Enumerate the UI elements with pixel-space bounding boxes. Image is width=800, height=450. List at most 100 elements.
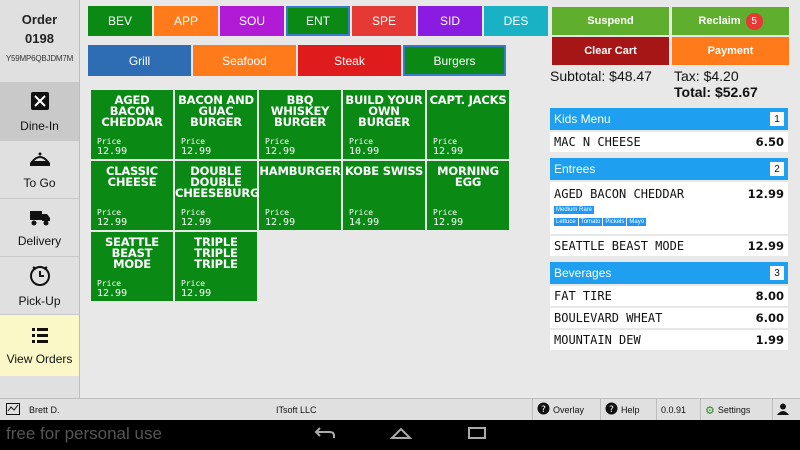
menu-item-button[interactable]: SEATTLE BEAST MODE Price 12.99	[91, 232, 173, 301]
category-tab-des[interactable]: DES	[484, 6, 548, 36]
cart-item-name: MAC N CHEESE	[554, 135, 641, 149]
delivery-icon	[28, 208, 52, 230]
cart-item-price: 1.99	[755, 333, 784, 347]
modifier-tag: Pickels	[603, 218, 627, 226]
cart-line-item[interactable]: MAC N CHEESE 6.50	[550, 132, 788, 154]
svg-text:?: ?	[541, 405, 546, 415]
subcategory-tab-steak[interactable]: Steak	[298, 45, 401, 76]
sidebar-item-view-orders[interactable]: View Orders	[0, 314, 79, 376]
menu-item-button[interactable]: TRIPLE TRIPLE TRIPLE Price 12.99	[175, 232, 257, 301]
cart-section-beverages[interactable]: Beverages 3	[550, 262, 788, 284]
subcategory-tab-grill[interactable]: Grill	[88, 45, 191, 76]
menu-item-price: 12.99	[97, 217, 128, 228]
menu-item-name: CLASSIC CHEESE	[105, 164, 159, 189]
category-tab-app[interactable]: APP	[154, 6, 218, 36]
category-tab-ent[interactable]: ENT	[286, 6, 350, 36]
menu-item-price-label: Price	[181, 208, 206, 217]
cart-line-item[interactable]: MOUNTAIN DEW 1.99	[550, 330, 788, 352]
menu-item-price: 12.99	[265, 217, 296, 228]
svg-text:?: ?	[609, 405, 614, 415]
reclaim-button[interactable]: Reclaim 5	[672, 7, 789, 35]
category-tab-bev[interactable]: BEV	[88, 6, 152, 36]
menu-item-button[interactable]: BUILD YOUR OWN BURGER Price 10.99	[343, 90, 425, 159]
cart-line-item[interactable]: SEATTLE BEAST MODE 12.99	[550, 236, 788, 258]
back-icon[interactable]	[314, 426, 336, 445]
menu-item-price: 14.99	[349, 217, 380, 228]
order-label: Order	[21, 12, 58, 27]
menu-item-button[interactable]: KOBE SWISS Price 14.99	[343, 161, 425, 230]
modifier-tag: Tomato	[578, 218, 603, 226]
menu-item-button[interactable]: HAMBURGER Price 12.99	[259, 161, 341, 230]
suspend-button[interactable]: Suspend	[552, 7, 669, 35]
menu-item-name: HAMBURGER	[259, 164, 341, 178]
version-label: 0.0.91	[656, 399, 696, 421]
company-name: ITsoft LLC	[276, 405, 317, 415]
menu-item-price-label: Price	[433, 208, 458, 217]
menu-item-price-label: Price	[97, 208, 122, 217]
cart-item-name: SEATTLE BEAST MODE	[554, 239, 685, 253]
category-tab-sou[interactable]: SOU	[220, 6, 284, 36]
menu-item-button[interactable]: CAPT. JACKS Price 12.99	[427, 90, 509, 159]
account-button[interactable]	[772, 399, 800, 421]
section-count: 1	[770, 112, 784, 126]
cart-line-item[interactable]: FAT TIRE 8.00	[550, 286, 788, 308]
help-button[interactable]: ? Help	[600, 399, 652, 421]
menu-item-name: BBQ WHISKEY BURGER	[270, 93, 330, 129]
section-title: Beverages	[554, 266, 612, 280]
payment-button[interactable]: Payment	[672, 37, 789, 65]
cart-section-kids-menu[interactable]: Kids Menu 1	[550, 108, 788, 130]
modifier-tag: Lettuce	[554, 218, 578, 226]
sidebar-item-label: To Go	[23, 175, 56, 190]
menu-item-button[interactable]: BACON AND GUAC BURGER Price 12.99	[175, 90, 257, 159]
order-number: 0198	[25, 31, 54, 46]
menu-item-button[interactable]: MORNING EGG Price 12.99	[427, 161, 509, 230]
menu-item-price: 12.99	[181, 217, 212, 228]
menu-item-price: 12.99	[265, 146, 296, 157]
clear-cart-button[interactable]: Clear Cart	[552, 37, 669, 65]
view-orders-icon	[30, 326, 50, 348]
menu-item-button[interactable]: AGED BACON CHEDDAR Price 12.99	[91, 90, 173, 159]
subcategory-tab-seafood[interactable]: Seafood	[193, 45, 296, 76]
menu-item-price-label: Price	[181, 137, 206, 146]
recents-icon[interactable]	[466, 426, 488, 445]
sidebar-item-label: View Orders	[6, 351, 73, 366]
subcategory-tab-burgers[interactable]: Burgers	[403, 45, 506, 76]
cart-line-item[interactable]: BOULEVARD WHEAT 6.00	[550, 308, 788, 330]
menu-item-name: MORNING EGG	[437, 164, 499, 189]
cart-item-name: AGED BACON CHEDDAR	[554, 187, 685, 201]
sidebar-item-to-go[interactable]: To Go	[0, 140, 79, 198]
cart-line-item[interactable]: AGED BACON CHEDDAR 12.99 Medium Rare Let…	[550, 182, 788, 236]
user-info[interactable]: Brett D.	[0, 399, 64, 421]
menu-item-button[interactable]: BBQ WHISKEY BURGER Price 12.99	[259, 90, 341, 159]
overlay-label: Overlay	[553, 405, 585, 415]
menu-item-price: 12.99	[433, 217, 464, 228]
category-tab-spe[interactable]: SPE	[352, 6, 416, 36]
settings-button[interactable]: ⚙ Settings	[700, 399, 770, 421]
order-info: Order 0198 Y59MP6QBJDM7M	[0, 0, 79, 82]
cart-item-price: 12.99	[747, 187, 784, 201]
section-title: Entrees	[554, 162, 596, 176]
home-icon[interactable]	[389, 426, 413, 445]
menu-item-price: 12.99	[181, 146, 212, 157]
cart-panel: Suspend Reclaim 5 Clear Cart Payment Sub…	[548, 0, 800, 398]
sidebar-item-dine-in[interactable]: Dine-In	[0, 82, 79, 140]
menu-item-button[interactable]: CLASSIC CHEESE Price 12.99	[91, 161, 173, 230]
menu-item-button[interactable]: DOUBLE DOUBLE CHEESEBURGE Price 12.99	[175, 161, 267, 230]
category-tabs: BEV APP SOU ENT SPE SID DES	[88, 6, 550, 36]
subtotal-text: Subtotal: $48.47	[550, 68, 652, 84]
reclaim-count-badge: 5	[745, 12, 763, 30]
watermark-text: free for personal use	[6, 424, 162, 443]
menu-item-price: 12.99	[181, 288, 212, 299]
menu-item-price-label: Price	[349, 137, 374, 146]
sidebar-item-delivery[interactable]: Delivery	[0, 198, 79, 256]
cart-section-entrees[interactable]: Entrees 2	[550, 158, 788, 180]
subcategory-tabs: Grill Seafood Steak Burgers	[88, 45, 508, 76]
cart-item-price: 6.50	[755, 135, 784, 149]
sidebar-item-pick-up[interactable]: Pick-Up	[0, 256, 79, 314]
overlay-button[interactable]: ? Overlay	[532, 399, 596, 421]
menu-item-price: 12.99	[97, 288, 128, 299]
person-icon	[777, 403, 789, 418]
menu-item-name: DOUBLE DOUBLE CHEESEBURGE	[175, 164, 267, 200]
category-tab-sid[interactable]: SID	[418, 6, 482, 36]
cart-item-price: 12.99	[747, 239, 784, 253]
